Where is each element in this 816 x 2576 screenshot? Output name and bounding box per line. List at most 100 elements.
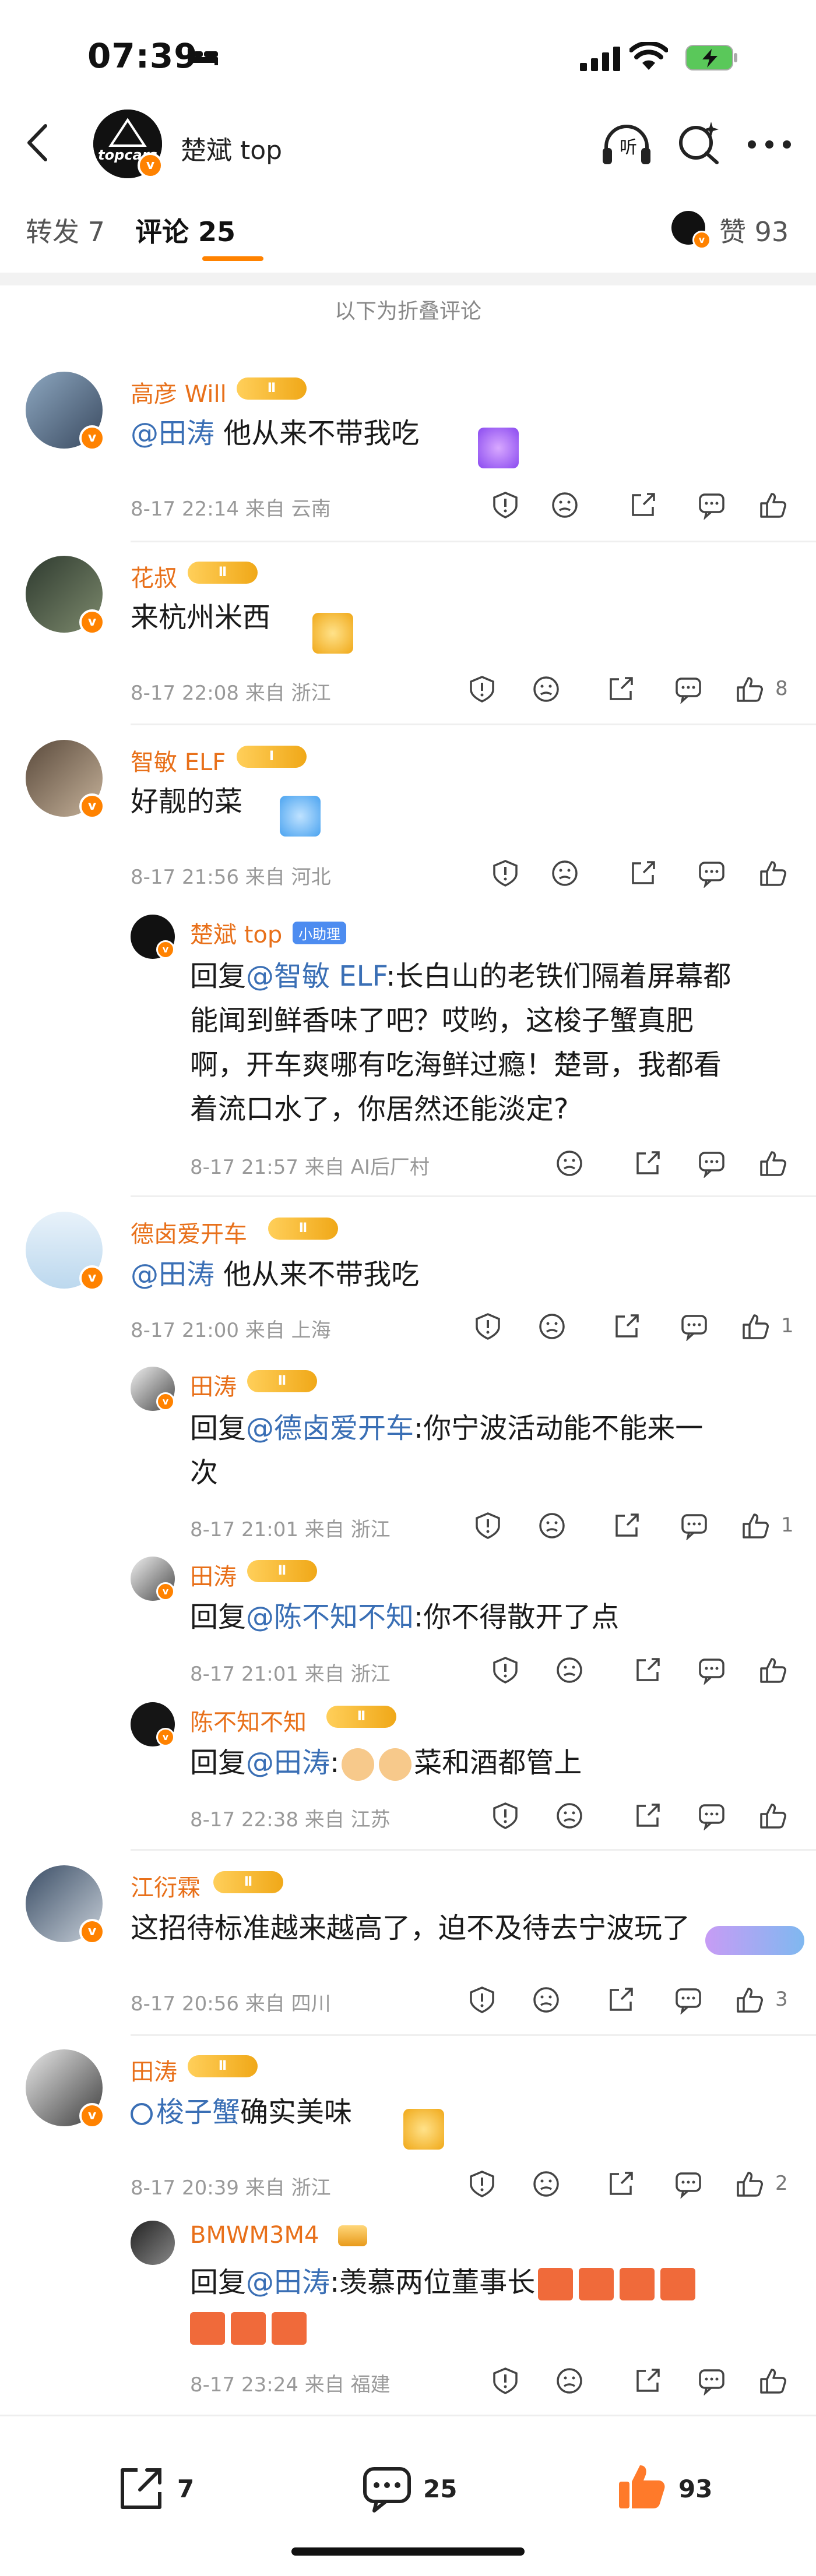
praise-sticker-icon — [190, 2312, 225, 2345]
like-icon[interactable] — [741, 1312, 771, 1341]
rank-badge: Ⅱ — [268, 1218, 338, 1240]
reply-icon[interactable] — [697, 1656, 726, 1685]
mention-link[interactable]: @田涛 — [131, 1258, 214, 1291]
username[interactable]: 田涛 — [131, 2053, 177, 2087]
share-icon[interactable] — [633, 1656, 662, 1685]
like-icon[interactable] — [759, 1801, 788, 1830]
status-time: 07:39 — [87, 36, 198, 76]
share-icon[interactable] — [612, 1511, 641, 1540]
mention-link[interactable]: @田涛 — [246, 2266, 330, 2299]
mention-link[interactable]: @田涛 — [246, 1746, 330, 1779]
share-icon[interactable] — [612, 1312, 641, 1341]
praise-sticker-icon — [660, 2268, 696, 2300]
more-icon[interactable] — [746, 139, 793, 150]
mention-link[interactable]: @陈不知不知 — [246, 1601, 414, 1633]
dislike-icon[interactable] — [532, 1985, 561, 2014]
report-icon[interactable] — [491, 1801, 520, 1830]
share-icon[interactable] — [628, 859, 657, 888]
comment-count[interactable]: 25 — [423, 2475, 457, 2503]
tab-like[interactable]: 赞 93 — [719, 211, 789, 249]
dislike-icon[interactable] — [555, 2366, 584, 2395]
repost-count[interactable]: 7 — [177, 2475, 194, 2503]
reply-icon[interactable] — [680, 1312, 709, 1341]
tab-comment[interactable]: 评论 25 — [135, 211, 235, 249]
verified-badge: v — [79, 2103, 105, 2129]
mention-link[interactable]: @智敏 ELF — [246, 960, 386, 993]
username[interactable]: 江衍霖 — [131, 1869, 201, 1903]
dislike-icon[interactable] — [555, 1656, 584, 1685]
reply-icon[interactable] — [697, 859, 726, 888]
like-icon[interactable] — [759, 859, 788, 888]
username[interactable]: 花叔 — [131, 559, 177, 593]
share-icon[interactable] — [606, 1985, 635, 2014]
like-icon[interactable] — [759, 491, 788, 520]
repost-icon[interactable] — [117, 2464, 166, 2513]
dislike-icon[interactable] — [537, 1312, 567, 1341]
username[interactable]: 高彦 Will — [131, 375, 227, 409]
like-icon[interactable] — [759, 2366, 788, 2395]
verified-badge: v — [156, 940, 175, 959]
dislike-icon[interactable] — [550, 859, 579, 888]
reply-username[interactable]: 田涛 — [190, 1558, 237, 1592]
username[interactable]: 德卤爱开车 — [131, 1215, 247, 1249]
share-icon[interactable] — [606, 2169, 635, 2199]
like-icon[interactable] — [736, 1985, 765, 2014]
reply-icon[interactable] — [674, 675, 703, 704]
like-count: 1 — [781, 1513, 794, 1537]
share-icon[interactable] — [633, 1149, 662, 1178]
dislike-icon[interactable] — [555, 1801, 584, 1830]
dislike-icon[interactable] — [550, 491, 579, 520]
report-icon[interactable] — [473, 1312, 502, 1341]
share-icon[interactable] — [606, 675, 635, 704]
dislike-icon[interactable] — [532, 2169, 561, 2199]
reply-icon[interactable] — [680, 1511, 709, 1540]
reply-icon[interactable] — [697, 1801, 726, 1830]
liked-icon[interactable] — [615, 2459, 668, 2512]
reply-icon[interactable] — [697, 2366, 726, 2395]
dislike-icon[interactable] — [537, 1511, 567, 1540]
dislike-icon[interactable] — [532, 675, 561, 704]
ai-search-icon[interactable] — [676, 119, 723, 166]
like-icon[interactable] — [736, 2169, 765, 2199]
reply-icon[interactable] — [697, 1149, 726, 1178]
report-icon[interactable] — [467, 1985, 497, 2014]
topic-link[interactable]: 梭子蟹 — [156, 2096, 240, 2129]
share-icon[interactable] — [633, 1801, 662, 1830]
back-icon[interactable] — [23, 122, 52, 163]
mention-link[interactable]: @德卤爱开车 — [246, 1412, 414, 1445]
reply-icon[interactable] — [697, 491, 726, 520]
like-icon[interactable] — [736, 675, 765, 704]
section-divider — [0, 273, 816, 285]
reply-meta: 8-17 21:57 来自 AI后厂村 — [190, 1156, 430, 1179]
report-icon[interactable] — [491, 2366, 520, 2395]
listen-label[interactable]: 听 — [620, 133, 637, 158]
reply-icon[interactable] — [674, 1985, 703, 2014]
reply-icon[interactable] — [674, 2169, 703, 2199]
username[interactable]: 智敏 ELF — [131, 743, 226, 777]
reply-username[interactable]: BMWM3M4 — [190, 2222, 319, 2249]
report-icon[interactable] — [473, 1511, 502, 1540]
share-icon[interactable] — [628, 491, 657, 520]
comment-meta: 8-17 22:08 来自 浙江 — [131, 682, 331, 705]
report-icon[interactable] — [467, 2169, 497, 2199]
reply-username[interactable]: 楚斌 top — [190, 916, 282, 950]
report-icon[interactable] — [467, 675, 497, 704]
like-icon[interactable] — [759, 1656, 788, 1685]
share-icon[interactable] — [633, 2366, 662, 2395]
dislike-icon[interactable] — [555, 1149, 584, 1178]
reply-username[interactable]: 陈不知不知 — [190, 1703, 307, 1737]
like-icon[interactable] — [741, 1511, 771, 1540]
tab-repost[interactable]: 转发 7 — [26, 211, 105, 249]
report-icon[interactable] — [491, 491, 520, 520]
mention-link[interactable]: @田涛 — [131, 417, 214, 450]
report-icon[interactable] — [491, 1656, 520, 1685]
report-icon[interactable] — [491, 859, 520, 888]
comment-icon[interactable] — [361, 2464, 413, 2513]
praise-sticker-icon — [272, 2312, 307, 2345]
comment-text: 这招待标准越来越高了，迫不及待去宁波玩了 — [131, 1912, 691, 1945]
like-icon[interactable] — [759, 1149, 788, 1178]
like-count: 2 — [775, 2172, 788, 2195]
like-count-total[interactable]: 93 — [678, 2475, 712, 2503]
reply-username[interactable]: 田涛 — [190, 1368, 237, 1402]
reply-avatar[interactable] — [131, 2221, 175, 2265]
